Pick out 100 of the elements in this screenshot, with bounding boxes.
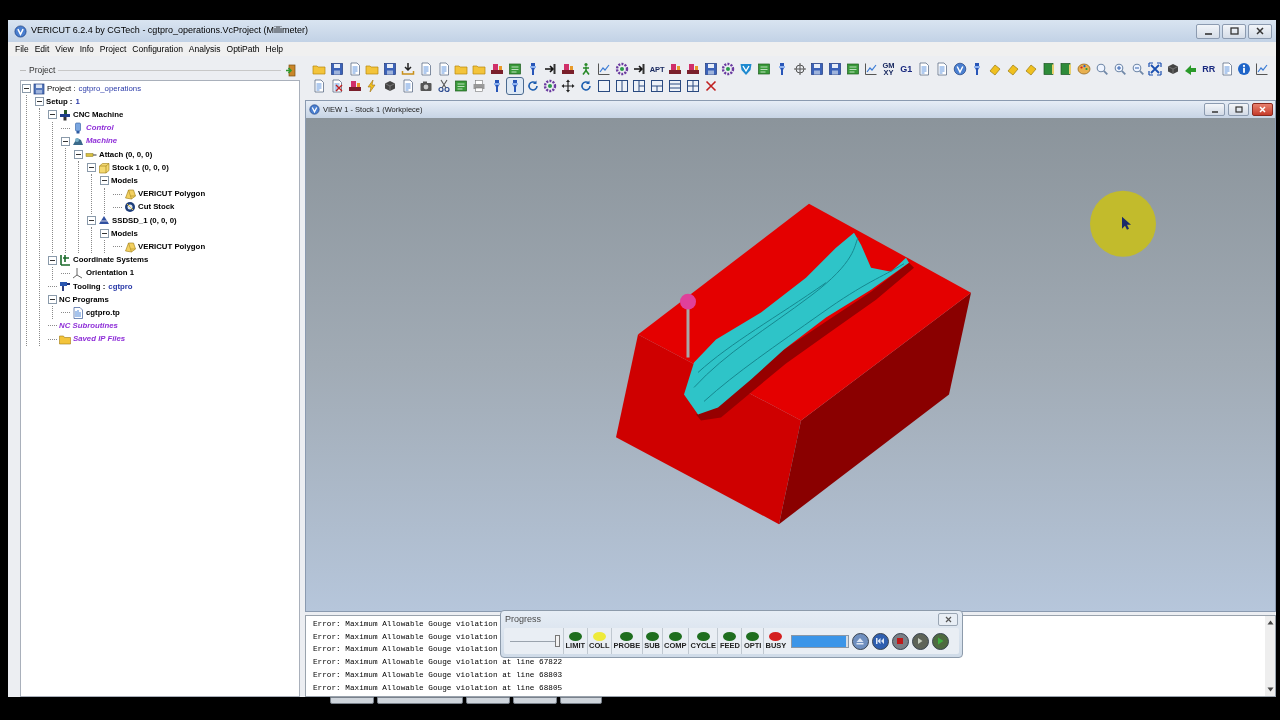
play-button[interactable] xyxy=(931,632,949,650)
toolbar-button[interactable] xyxy=(666,78,683,94)
disc-icon xyxy=(124,201,136,214)
layout-icon xyxy=(596,79,611,93)
collapse-toggle[interactable] xyxy=(87,215,96,225)
polygon-icon xyxy=(124,240,136,253)
zoom-out-icon xyxy=(1130,62,1145,76)
collapse-toggle[interactable] xyxy=(61,136,70,146)
toolbar-button[interactable]: RR xyxy=(1200,61,1217,77)
collapse-toggle[interactable] xyxy=(87,163,96,173)
document-icon xyxy=(401,79,415,93)
menu-item[interactable]: View xyxy=(52,42,77,56)
toolbar-button[interactable] xyxy=(649,78,666,94)
toolbar-button[interactable] xyxy=(542,61,559,77)
toolbar-button[interactable] xyxy=(791,61,808,77)
scroll-down-icon[interactable] xyxy=(1266,687,1274,692)
stop-icon xyxy=(895,636,906,646)
close-button[interactable] xyxy=(938,613,958,626)
cutting-tool xyxy=(680,293,696,358)
play-icon xyxy=(935,636,946,646)
maximize-button[interactable] xyxy=(1228,103,1249,116)
menu-item[interactable]: Project xyxy=(96,42,130,56)
taskbar-button[interactable] xyxy=(466,697,510,704)
slider-thumb[interactable] xyxy=(555,635,560,647)
toolbar-button[interactable] xyxy=(1147,61,1164,77)
close-button[interactable] xyxy=(1248,23,1272,39)
menu-item[interactable]: File xyxy=(12,42,32,56)
collapse-toggle[interactable] xyxy=(100,176,109,186)
diamond-icon xyxy=(988,62,1003,76)
toolbar-button[interactable] xyxy=(862,61,879,77)
skip-back-button[interactable] xyxy=(871,632,889,650)
toolbar-button[interactable] xyxy=(595,61,612,77)
folder-icon xyxy=(454,62,469,76)
menu-item[interactable]: Analysis xyxy=(185,42,224,56)
eject-button[interactable] xyxy=(851,632,869,650)
collapse-toggle[interactable] xyxy=(100,229,109,239)
menu-item[interactable]: OptiPath xyxy=(223,42,263,56)
stop-button[interactable] xyxy=(891,632,909,650)
skip-back-icon xyxy=(875,636,886,646)
logo-icon xyxy=(952,62,967,76)
step-forward-button[interactable] xyxy=(911,632,929,650)
document-icon xyxy=(436,62,451,76)
maximize-button[interactable] xyxy=(1222,23,1246,39)
cube-icon xyxy=(98,161,110,174)
minimize-button[interactable] xyxy=(1196,23,1220,39)
taskbar-button[interactable] xyxy=(377,697,463,704)
collapse-toggle[interactable] xyxy=(48,295,57,305)
toolbar-button[interactable] xyxy=(346,78,363,94)
toolbar-button[interactable] xyxy=(560,61,577,77)
machine-icon xyxy=(685,62,700,76)
window-title: VERICUT 6.2.4 by CGTech - cgtpro_operations.VcProject (Millimeter) xyxy=(31,24,308,38)
door-icon[interactable] xyxy=(285,63,296,77)
minimize-button[interactable] xyxy=(1204,103,1225,116)
folder-icon xyxy=(312,62,326,76)
crosshair-icon xyxy=(792,62,807,76)
toolbar-button[interactable] xyxy=(435,78,452,94)
toolbar-button[interactable] xyxy=(631,61,648,77)
panel-icon xyxy=(845,62,860,76)
collapse-toggle[interactable] xyxy=(35,97,44,107)
toolbar-button[interactable] xyxy=(684,61,701,77)
taskbar-button[interactable] xyxy=(330,697,374,704)
collapse-toggle[interactable] xyxy=(74,150,83,160)
toolbar-button[interactable] xyxy=(560,78,577,94)
cursor-highlight-icon xyxy=(1090,190,1156,257)
toolbar-button[interactable] xyxy=(613,78,630,94)
toolbar-button[interactable] xyxy=(400,61,416,77)
menu-item[interactable]: Help xyxy=(262,42,287,56)
close-icon xyxy=(703,79,718,93)
toolbar-button[interactable] xyxy=(613,61,630,77)
fit-view-icon xyxy=(1148,62,1163,76)
toolbar-button[interactable]: G1 xyxy=(898,61,915,77)
menu-item[interactable]: Configuration xyxy=(129,42,186,56)
layout-icon xyxy=(667,79,682,93)
zoom-in-icon xyxy=(1112,62,1127,76)
close-button[interactable] xyxy=(1252,103,1273,116)
slider-track[interactable] xyxy=(510,634,560,648)
diamond-icon xyxy=(1006,62,1021,76)
toolbar-button[interactable] xyxy=(595,78,612,94)
folder-icon xyxy=(365,62,380,76)
toolbar-button[interactable] xyxy=(542,78,559,94)
toolbar-button[interactable] xyxy=(684,78,701,94)
scroll-up-icon[interactable] xyxy=(1266,620,1274,625)
collapse-toggle[interactable] xyxy=(48,255,57,265)
machine-icon xyxy=(59,108,71,121)
document-icon xyxy=(72,306,84,319)
taskbar-button[interactable] xyxy=(560,697,602,704)
panel-icon xyxy=(756,62,771,76)
scrollbar[interactable] xyxy=(1265,616,1275,696)
layout-icon xyxy=(632,79,647,93)
toolbar-button[interactable] xyxy=(666,61,683,77)
toolbar-button[interactable] xyxy=(1254,61,1271,77)
menu-item[interactable]: Edit xyxy=(31,42,53,56)
taskbar-button[interactable] xyxy=(513,697,557,704)
toolbar-button[interactable] xyxy=(631,78,648,94)
toolbar-button[interactable] xyxy=(720,61,737,77)
collapse-toggle[interactable] xyxy=(22,84,31,94)
toolbar-button[interactable] xyxy=(488,61,505,77)
collapse-toggle[interactable] xyxy=(48,110,57,120)
document-icon xyxy=(934,62,949,76)
menu-item[interactable]: Info xyxy=(76,42,97,56)
